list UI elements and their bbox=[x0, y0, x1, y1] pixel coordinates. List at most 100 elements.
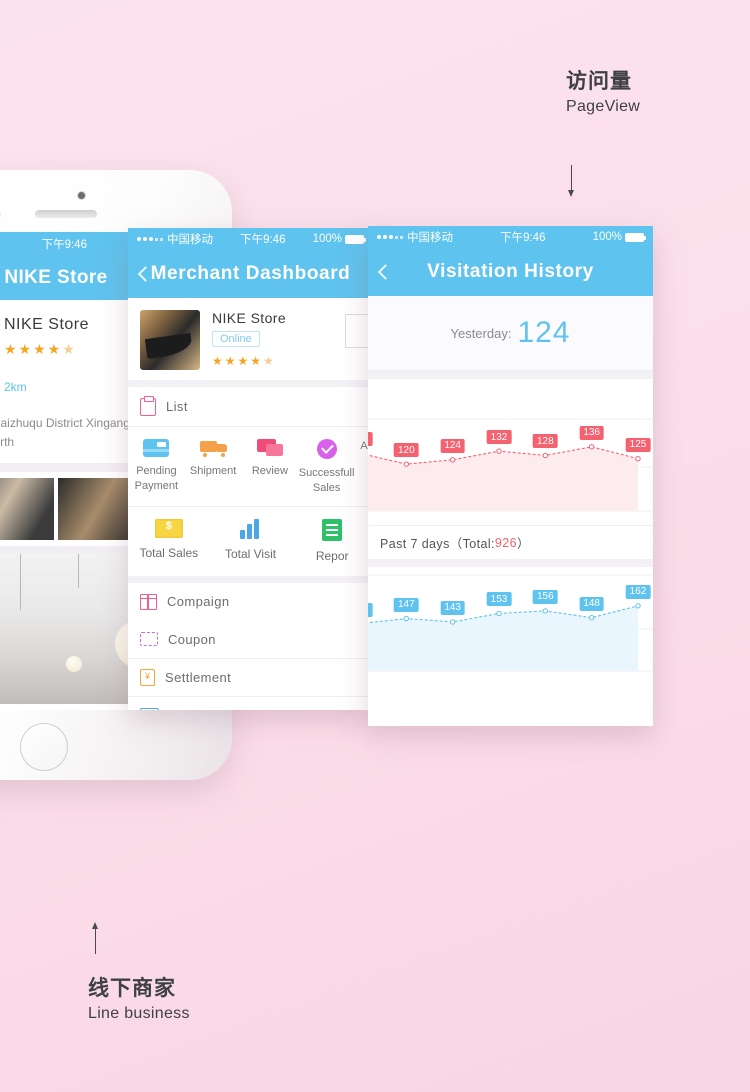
decor-cord bbox=[20, 554, 21, 611]
chart-data-label: 130 bbox=[368, 432, 373, 447]
annotation-line-business: 线下商家 Line business bbox=[88, 975, 190, 1025]
section-divider bbox=[128, 575, 373, 583]
check-circle-icon bbox=[316, 439, 337, 459]
yesterday-value: 124 bbox=[517, 316, 571, 349]
ad-icon bbox=[140, 708, 159, 710]
phone-screen-merchant-dashboard: 中国移动 下午9:46 100% Merchant Dashboard NIKE… bbox=[128, 228, 373, 710]
gift-icon bbox=[139, 593, 157, 610]
tile-successful-sales[interactable]: Successfull Sales bbox=[298, 439, 355, 496]
chat-bubbles-icon bbox=[256, 439, 283, 457]
menu-item-label: Settlement bbox=[165, 669, 232, 685]
earpiece-speaker bbox=[35, 210, 97, 218]
tile-label: Shipment bbox=[189, 465, 237, 477]
tile-report[interactable]: Repor bbox=[291, 518, 373, 564]
rating-full-stars: ★★★★ bbox=[4, 341, 63, 357]
yesterday-summary: Yesterday: 124 bbox=[368, 296, 653, 371]
home-button[interactable] bbox=[20, 723, 68, 771]
chart-data-label: 128 bbox=[532, 434, 558, 449]
annotation-en-text: Line business bbox=[88, 1005, 190, 1023]
order-status-grid: Pending Payment Shipment Review Successf… bbox=[128, 427, 373, 507]
pendant-lamp bbox=[66, 656, 82, 673]
tile-review[interactable]: Review bbox=[242, 439, 299, 496]
gallery-image[interactable] bbox=[0, 478, 54, 541]
phone2-navbar: Merchant Dashboard bbox=[128, 250, 373, 298]
chart-data-label: 162 bbox=[625, 584, 651, 599]
tile-label: Repor bbox=[315, 548, 349, 563]
tile-total-sales[interactable]: Total Sales bbox=[128, 518, 210, 564]
phone2-carrier: 中国移动 bbox=[167, 234, 213, 246]
chart-canvas bbox=[368, 574, 653, 672]
menu-item-label: List bbox=[166, 399, 188, 414]
caption-prefix: Past 7 days（Total: bbox=[380, 537, 495, 551]
statistics-grid: Total Sales Total Visit Repor bbox=[128, 506, 373, 576]
clipboard-icon bbox=[140, 395, 156, 416]
menu-item-compaign[interactable]: Compaign bbox=[128, 582, 373, 621]
phone1-page-title: NIKE Store bbox=[4, 267, 108, 288]
chart-past-7-days-blue: 141 147 143 153 156 148 162 bbox=[368, 567, 653, 719]
back-chevron-icon[interactable] bbox=[377, 264, 394, 280]
tile-pending-payment[interactable]: Pending Payment bbox=[128, 439, 185, 496]
signal-strength-icon bbox=[377, 235, 403, 239]
section-divider bbox=[368, 559, 653, 567]
merchant-logo-image bbox=[140, 310, 200, 370]
truck-icon bbox=[199, 439, 227, 457]
chart-data-label: 132 bbox=[486, 430, 512, 445]
caption-total: 926 bbox=[494, 535, 517, 550]
annotation-en-text: PageView bbox=[566, 98, 641, 116]
coupon-icon bbox=[140, 632, 158, 647]
tile-label: Total Sales bbox=[139, 545, 199, 560]
chart-data-label: 156 bbox=[532, 589, 558, 604]
chart-data-label: 147 bbox=[393, 597, 419, 612]
tile-label: Successfull Sales bbox=[298, 467, 355, 494]
chart-data-label: 120 bbox=[393, 443, 419, 458]
settlement-icon bbox=[140, 668, 155, 686]
menu-item-settlement[interactable]: Settlement bbox=[128, 658, 373, 697]
phone2-page-title: Merchant Dashboard bbox=[150, 263, 351, 284]
phone2-status-bar: 中国移动 下午9:46 100% bbox=[128, 228, 373, 250]
rating-full-stars: ★★★★ bbox=[212, 354, 264, 368]
annotation-pageview: 访问量 PageView bbox=[566, 68, 640, 118]
chart-data-label: 148 bbox=[579, 596, 604, 611]
bar-chart-icon bbox=[238, 518, 264, 539]
annotation-cn-text: 线下商家 bbox=[88, 977, 176, 1000]
tile-label: Total Visit bbox=[224, 546, 277, 561]
proximity-sensor-icon bbox=[0, 212, 1, 217]
section-divider bbox=[128, 380, 373, 387]
tile-total-visit[interactable]: Total Visit bbox=[210, 518, 292, 564]
report-icon bbox=[322, 518, 343, 541]
chart-data-label: 124 bbox=[440, 438, 465, 453]
tile-label: Review bbox=[251, 465, 288, 477]
menu-item-list[interactable]: List bbox=[128, 387, 373, 427]
phone3-navbar: Visitation History bbox=[368, 248, 653, 296]
tile-shipment[interactable]: Shipment bbox=[185, 439, 242, 496]
phone-screen-visitation-history: 中国移动 下午9:46 100% Visitation History Yest… bbox=[368, 226, 653, 726]
caption-suffix: ） bbox=[516, 537, 530, 551]
phone2-time: 下午9:46 bbox=[240, 234, 286, 246]
menu-item-label: Coupon bbox=[168, 631, 216, 647]
chart-past-7-days-red: 130 120 124 132 128 136 125 bbox=[368, 379, 653, 525]
phone3-page-title: Visitation History bbox=[427, 261, 594, 282]
status-badge: Online bbox=[212, 331, 260, 347]
menu-item-coupon[interactable]: Coupon bbox=[128, 620, 373, 659]
phone3-carrier: 中国移动 bbox=[407, 232, 453, 244]
tile-label: A bbox=[360, 440, 368, 452]
battery-icon bbox=[345, 234, 366, 244]
chart-data-label: 153 bbox=[486, 592, 512, 607]
phone1-time: 下午9:46 bbox=[41, 239, 87, 251]
menu-item-advertisement[interactable]: Advertisement bbox=[128, 696, 373, 710]
rating-half-star: ★ bbox=[263, 354, 276, 368]
chart-caption: Past 7 days（Total: 926） bbox=[368, 525, 653, 559]
menu-item-label: Compaign bbox=[167, 594, 230, 610]
gallery-image[interactable] bbox=[58, 478, 138, 541]
decor-cord bbox=[78, 554, 79, 589]
signal-strength-icon bbox=[137, 237, 163, 241]
merchant-rating-stars: ★★★★★ bbox=[212, 354, 373, 368]
phone3-status-bar: 中国移动 下午9:46 100% bbox=[368, 226, 653, 248]
yesterday-label: Yesterday: bbox=[450, 325, 512, 341]
tile-label: Pending Payment bbox=[134, 465, 179, 492]
money-icon bbox=[154, 518, 183, 538]
section-divider bbox=[368, 371, 653, 379]
annotation-cn-text: 访问量 bbox=[566, 70, 632, 93]
phone3-time: 下午9:46 bbox=[500, 232, 546, 244]
chart-data-label: 125 bbox=[625, 437, 651, 452]
